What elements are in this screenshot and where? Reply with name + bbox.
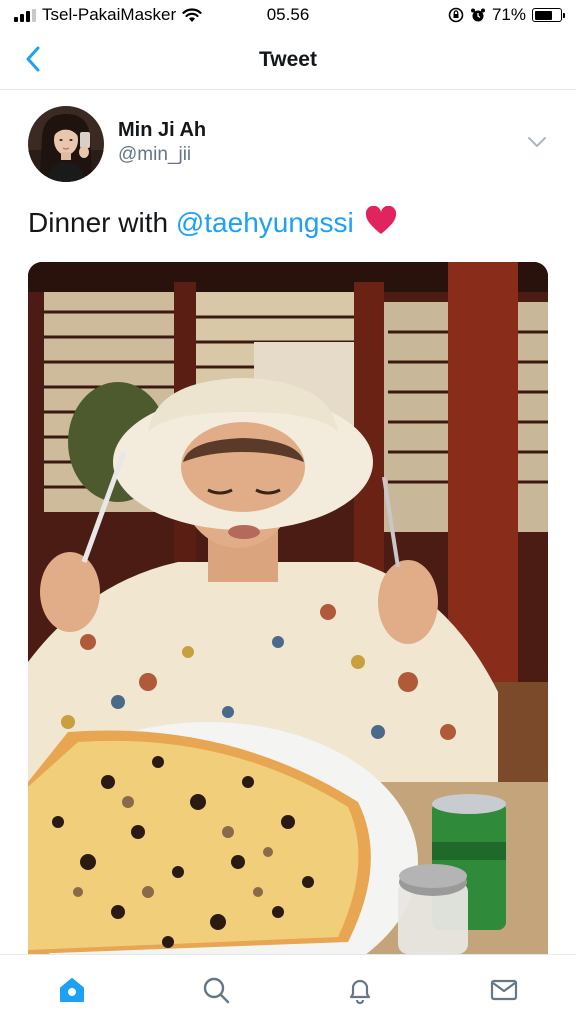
battery-level — [534, 10, 553, 20]
status-bar: Tsel-PakaiMasker 05.56 71% — [0, 0, 576, 30]
tweet-text: Dinner with @taehyungssi — [28, 204, 548, 242]
tweet-photo[interactable] — [28, 262, 548, 954]
author-display-name[interactable]: Min Ji Ah — [118, 117, 206, 143]
red-heart-icon — [366, 206, 397, 234]
orientation-lock-icon — [448, 7, 464, 23]
tab-messages[interactable] — [484, 973, 524, 1007]
tab-home[interactable] — [52, 973, 92, 1007]
chevron-left-icon — [26, 46, 40, 72]
page-title: Tweet — [259, 47, 317, 71]
status-time: 05.56 — [266, 5, 310, 24]
status-left: Tsel-PakaiMasker — [14, 5, 202, 25]
battery-icon — [532, 8, 565, 22]
avatar-photo — [28, 106, 104, 182]
author-names: Min Ji Ah @min_jii — [118, 117, 206, 167]
nav-header: Tweet — [0, 30, 576, 90]
home-icon — [60, 978, 84, 1002]
search-icon — [203, 977, 230, 1004]
notifications-icon — [349, 979, 371, 1005]
photo-image — [28, 262, 548, 954]
tweet-header: Min Ji Ah @min_jii — [28, 104, 548, 184]
status-right: 71% — [448, 5, 565, 25]
messages-icon — [490, 979, 518, 1001]
alarm-icon — [470, 8, 485, 22]
tab-notifications[interactable] — [340, 973, 380, 1007]
tab-search[interactable] — [196, 973, 236, 1007]
tab-bar — [0, 954, 576, 1024]
wifi-icon — [182, 7, 202, 22]
author-handle[interactable]: @min_jii — [118, 143, 206, 167]
tweet-text-body: Dinner with — [28, 207, 176, 238]
signal-icon — [14, 8, 36, 22]
mention-link[interactable]: @taehyungssi — [176, 207, 354, 238]
chevron-down-icon[interactable] — [526, 134, 548, 150]
avatar[interactable] — [28, 106, 104, 182]
battery-percent: 71% — [491, 5, 526, 24]
carrier-name: Tsel-PakaiMasker — [42, 5, 177, 24]
back-button[interactable] — [18, 44, 48, 74]
